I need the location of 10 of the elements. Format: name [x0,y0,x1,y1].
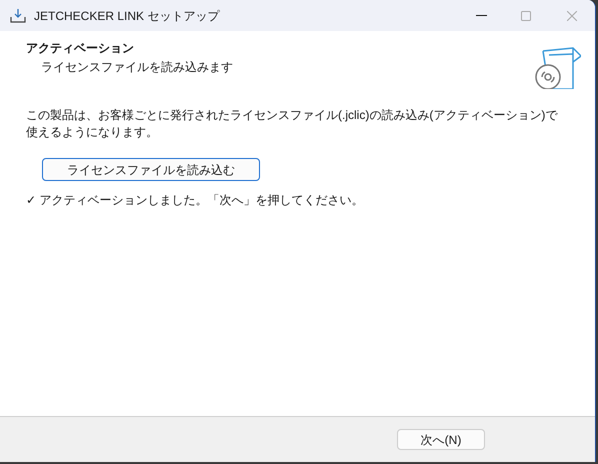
window-title: JETCHECKER LINK セットアップ [34,8,220,24]
status-message: ✓ アクティベーションしました。「次へ」を押してください。 [26,192,364,209]
page-title: アクティベーション [26,40,135,57]
close-icon[interactable] [567,10,577,20]
description-text: この製品は、お客様ごとに発行されたライセンスファイル(.jclic)の読み込み(アクティベーション)で使えるようになります。 [26,107,559,141]
maximize-icon[interactable] [521,10,531,20]
next-button[interactable]: 次へ(N) [397,429,485,450]
download-icon [10,8,26,22]
load-license-button[interactable]: ライセンスファイルを読み込む [42,158,260,181]
page-subtitle: ライセンスファイルを読み込みます [41,59,234,76]
